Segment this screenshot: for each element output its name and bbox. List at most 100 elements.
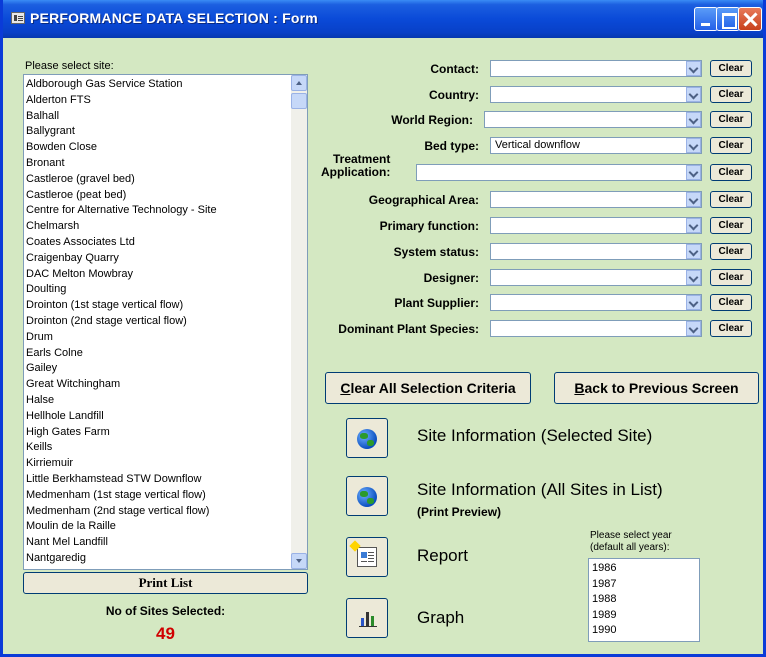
list-item[interactable]: Nantgaredig bbox=[26, 551, 307, 567]
primary-function-dropdown[interactable] bbox=[490, 217, 702, 234]
title-bar[interactable]: PERFORMANCE DATA SELECTION : Form bbox=[3, 0, 763, 38]
site-listbox[interactable]: Aldborough Gas Service Station Alderton … bbox=[23, 74, 308, 570]
list-item[interactable]: Chelmarsh bbox=[26, 219, 307, 235]
dropdown-arrow-icon[interactable] bbox=[686, 218, 701, 233]
list-item[interactable]: Nant Mel Landfill bbox=[26, 535, 307, 551]
list-item[interactable]: Keills bbox=[26, 440, 307, 456]
list-item[interactable]: Medmenham (1st stage vertical flow) bbox=[26, 488, 307, 504]
list-item[interactable]: Bronant bbox=[26, 156, 307, 172]
list-item[interactable]: Little Berkhamstead STW Downflow bbox=[26, 472, 307, 488]
country-dropdown[interactable] bbox=[490, 86, 702, 103]
list-item[interactable]: Great Witchingham bbox=[26, 377, 307, 393]
site-info-selected-label: Site Information (Selected Site) bbox=[417, 426, 653, 445]
dropdown-arrow-icon[interactable] bbox=[686, 295, 701, 310]
contact-dropdown[interactable] bbox=[490, 60, 702, 77]
list-item[interactable]: 1986 bbox=[592, 561, 699, 577]
list-item[interactable]: Doulting bbox=[26, 282, 307, 298]
primary-function-label: Primary function: bbox=[379, 219, 479, 233]
site-info-selected-button[interactable] bbox=[346, 418, 388, 458]
plant-supplier-dropdown[interactable] bbox=[490, 294, 702, 311]
list-item[interactable]: High Gates Farm bbox=[26, 425, 307, 441]
system-status-clear-button[interactable]: Clear bbox=[710, 243, 752, 260]
list-item[interactable]: Gailey bbox=[26, 361, 307, 377]
list-item[interactable]: 1987 bbox=[592, 577, 699, 593]
list-item[interactable]: Drointon (1st stage vertical flow) bbox=[26, 298, 307, 314]
geographical-area-label: Geographical Area: bbox=[368, 193, 479, 207]
form-window: PERFORMANCE DATA SELECTION : Form Please… bbox=[0, 0, 766, 657]
plant-supplier-clear-button[interactable]: Clear bbox=[710, 294, 752, 311]
report-label: Report bbox=[417, 546, 469, 565]
list-item[interactable]: 1989 bbox=[592, 608, 699, 624]
list-item[interactable]: Castleroe (gravel bed) bbox=[26, 172, 307, 188]
scroll-thumb[interactable] bbox=[291, 93, 307, 109]
graph-button[interactable] bbox=[346, 598, 388, 638]
list-item[interactable]: Centre for Alternative Technology - Site bbox=[26, 203, 307, 219]
designer-dropdown[interactable] bbox=[490, 269, 702, 286]
site-info-all-button[interactable] bbox=[346, 476, 388, 516]
dropdown-arrow-icon[interactable] bbox=[686, 165, 701, 180]
plant-supplier-label: Plant Supplier: bbox=[394, 296, 479, 310]
dominant-plant-species-clear-button[interactable]: Clear bbox=[710, 320, 752, 337]
dropdown-arrow-icon[interactable] bbox=[686, 61, 701, 76]
close-icon[interactable] bbox=[738, 7, 762, 31]
dominant-plant-species-label: Dominant Plant Species: bbox=[338, 322, 479, 336]
geographical-area-clear-button[interactable]: Clear bbox=[710, 191, 752, 208]
list-item[interactable]: Ballygrant bbox=[26, 124, 307, 140]
globe-icon bbox=[357, 429, 377, 449]
list-item[interactable]: Moulin de la Raille bbox=[26, 519, 307, 535]
sites-selected-count: 49 bbox=[156, 624, 175, 643]
dropdown-arrow-icon[interactable] bbox=[686, 112, 701, 127]
print-list-button[interactable]: Print List bbox=[23, 572, 308, 594]
list-item[interactable]: Drointon (2nd stage vertical flow) bbox=[26, 314, 307, 330]
treatment-label-line2: Application: bbox=[321, 165, 391, 179]
dropdown-arrow-icon[interactable] bbox=[686, 138, 701, 153]
primary-function-clear-button[interactable]: Clear bbox=[710, 217, 752, 234]
list-item[interactable]: Castleroe (peat bed) bbox=[26, 188, 307, 204]
dropdown-arrow-icon[interactable] bbox=[686, 321, 701, 336]
scroll-up-icon[interactable] bbox=[291, 75, 307, 91]
list-item[interactable]: Aldborough Gas Service Station bbox=[26, 77, 307, 93]
country-clear-button[interactable]: Clear bbox=[710, 86, 752, 103]
contact-clear-button[interactable]: Clear bbox=[710, 60, 752, 77]
site-list-scrollbar[interactable] bbox=[291, 75, 307, 569]
year-listbox[interactable]: 1986 1987 1988 1989 1990 bbox=[588, 558, 700, 642]
bed-type-clear-button[interactable]: Clear bbox=[710, 137, 752, 154]
list-item[interactable]: Coates Associates Ltd bbox=[26, 235, 307, 251]
list-item[interactable]: Kirriemuir bbox=[26, 456, 307, 472]
list-item[interactable]: DAC Melton Mowbray bbox=[26, 267, 307, 283]
list-item[interactable]: 1988 bbox=[592, 592, 699, 608]
dropdown-arrow-icon[interactable] bbox=[686, 244, 701, 259]
report-button[interactable] bbox=[346, 537, 388, 577]
contact-label: Contact: bbox=[430, 62, 479, 76]
sites-selected-label: No of Sites Selected: bbox=[105, 604, 226, 618]
maximize-icon[interactable] bbox=[716, 7, 740, 31]
list-item[interactable]: Alderton FTS bbox=[26, 93, 307, 109]
year-select-label: Please select year (default all years): bbox=[590, 530, 672, 553]
bed-type-dropdown[interactable]: Vertical downflow bbox=[490, 137, 702, 154]
clear-all-criteria-button[interactable]: Clear All Selection Criteria bbox=[325, 372, 531, 404]
treatment-application-dropdown[interactable] bbox=[416, 164, 702, 181]
globe-icon bbox=[357, 487, 377, 507]
list-item[interactable]: Drum bbox=[26, 330, 307, 346]
dropdown-arrow-icon[interactable] bbox=[686, 270, 701, 285]
list-item[interactable]: Earls Colne bbox=[26, 346, 307, 362]
treatment-application-clear-button[interactable]: Clear bbox=[710, 164, 752, 181]
world-region-dropdown[interactable] bbox=[484, 111, 702, 128]
dominant-plant-species-dropdown[interactable] bbox=[490, 320, 702, 337]
scroll-down-icon[interactable] bbox=[291, 553, 307, 569]
list-item[interactable]: Halse bbox=[26, 393, 307, 409]
list-item[interactable]: 1990 bbox=[592, 623, 699, 639]
designer-clear-button[interactable]: Clear bbox=[710, 269, 752, 286]
geographical-area-dropdown[interactable] bbox=[490, 191, 702, 208]
dropdown-arrow-icon[interactable] bbox=[686, 87, 701, 102]
list-item[interactable]: Craigenbay Quarry bbox=[26, 251, 307, 267]
list-item[interactable]: Balhall bbox=[26, 109, 307, 125]
list-item[interactable]: Bowden Close bbox=[26, 140, 307, 156]
dropdown-arrow-icon[interactable] bbox=[686, 192, 701, 207]
back-to-previous-screen-button[interactable]: Back to Previous Screen bbox=[554, 372, 759, 404]
world-region-clear-button[interactable]: Clear bbox=[710, 111, 752, 128]
list-item[interactable]: Medmenham (2nd stage vertical flow) bbox=[26, 504, 307, 520]
list-item[interactable]: Hellhole Landfill bbox=[26, 409, 307, 425]
system-status-dropdown[interactable] bbox=[490, 243, 702, 260]
minimize-icon[interactable] bbox=[694, 7, 718, 31]
